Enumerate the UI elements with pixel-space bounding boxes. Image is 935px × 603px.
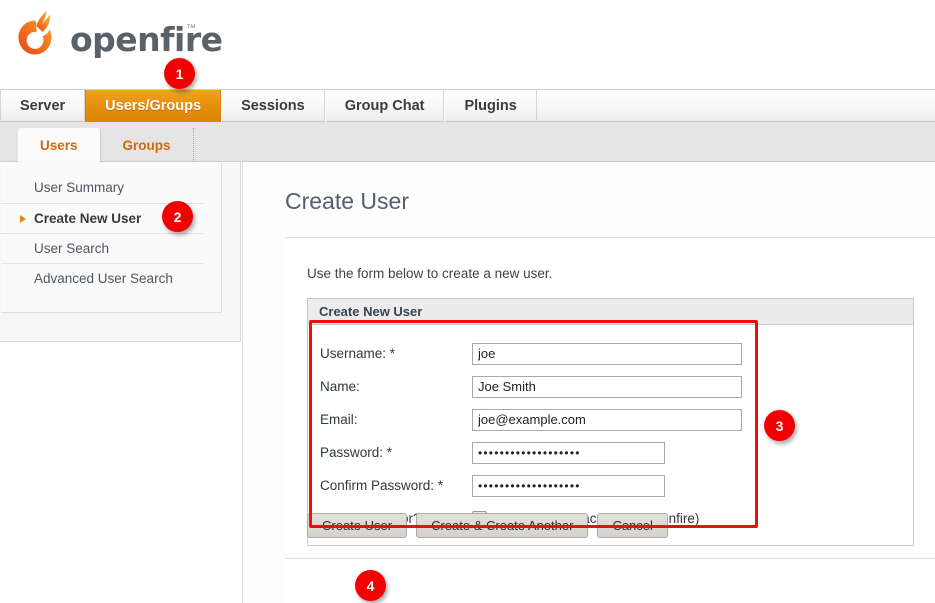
create-user-button[interactable]: Create User bbox=[307, 513, 408, 538]
form-button-row: Create User Create & Create Another Cancel bbox=[307, 513, 668, 538]
sidebar-nav-list: User Summary Create New User User Search Ad… bbox=[1, 163, 222, 313]
password-field[interactable] bbox=[472, 441, 665, 464]
create-and-create-another-button[interactable]: Create & Create Another bbox=[416, 513, 589, 538]
page-title: Create User bbox=[285, 188, 409, 214]
annotation-badge-4: 4 bbox=[355, 570, 386, 601]
main-content: Create User Use the form below to create… bbox=[242, 162, 935, 603]
form-row-password: Password: * bbox=[320, 436, 901, 469]
tab-users-groups[interactable]: Users/Groups bbox=[85, 90, 222, 122]
content-panel: Use the form below to create a new user.… bbox=[285, 237, 935, 603]
username-field[interactable] bbox=[472, 342, 742, 365]
tab-group-chat[interactable]: Group Chat bbox=[324, 90, 445, 122]
arrow-right-icon bbox=[20, 215, 26, 223]
field-label: Email: bbox=[320, 412, 358, 427]
cancel-button[interactable]: Cancel bbox=[597, 513, 668, 538]
annotation-badge-4-label: 4 bbox=[366, 577, 375, 594]
annotation-badge-1-label: 1 bbox=[175, 65, 184, 82]
sidebar-item-label: User Search bbox=[34, 241, 110, 256]
create-new-user-heading: Create New User bbox=[308, 299, 913, 325]
page-header: openfire ™ bbox=[0, 0, 935, 88]
field-label: Name: bbox=[320, 379, 360, 394]
openfire-flame-logo-icon bbox=[8, 8, 62, 62]
annotation-badge-2-label: 2 bbox=[173, 208, 182, 225]
confirm-password-field[interactable] bbox=[472, 474, 665, 497]
tab-server[interactable]: Server bbox=[0, 90, 86, 122]
panel-divider bbox=[285, 558, 935, 559]
form-row-name: Name: bbox=[320, 370, 901, 403]
tab-sessions[interactable]: Sessions bbox=[221, 90, 325, 122]
primary-tab-bar: Server Users/Groups Sessions Group Chat Plug… bbox=[0, 89, 935, 122]
email-field[interactable] bbox=[472, 408, 742, 431]
subtab-spacer bbox=[194, 128, 202, 162]
sidebar-item-label: User Summary bbox=[34, 180, 125, 195]
form-description: Use the form below to create a new user. bbox=[307, 266, 553, 281]
annotation-badge-3: 3 bbox=[764, 410, 795, 441]
form-row-username: Username: * bbox=[320, 337, 901, 370]
sub-tab-bar: Users Groups bbox=[0, 122, 935, 162]
annotation-badge-3-label: 3 bbox=[775, 417, 784, 434]
sidebar-item-label: Advanced User Search bbox=[34, 271, 173, 286]
field-label: Password: * bbox=[320, 445, 393, 460]
annotation-badge-2: 2 bbox=[162, 201, 193, 232]
create-new-user-box: Create New User Username: * Name: Email: Pa… bbox=[307, 298, 914, 546]
sidebar-item-label: Create New User bbox=[34, 211, 142, 226]
sidebar-item-advanced-user-search[interactable]: Advanced User Search bbox=[1, 263, 203, 293]
subtab-groups[interactable]: Groups bbox=[101, 128, 194, 162]
field-label: Confirm Password: * bbox=[320, 478, 444, 493]
tab-plugins[interactable]: Plugins bbox=[444, 90, 537, 122]
subtab-users[interactable]: Users bbox=[18, 128, 101, 162]
create-user-form: Username: * Name: Email: Password: * Confirm… bbox=[308, 325, 913, 545]
trademark-symbol: ™ bbox=[186, 23, 196, 34]
sidebar-item-user-summary[interactable]: User Summary bbox=[1, 173, 203, 203]
form-row-email: Email: bbox=[320, 403, 901, 436]
sidebar-item-user-search[interactable]: User Search bbox=[1, 233, 203, 263]
annotation-badge-1: 1 bbox=[164, 58, 195, 89]
field-label: Username: * bbox=[320, 346, 396, 361]
name-field[interactable] bbox=[472, 375, 742, 398]
sidebar: User Summary Create New User User Search Ad… bbox=[0, 162, 241, 342]
form-row-confirm-password: Confirm Password: * bbox=[320, 469, 901, 502]
openfire-admin-console: openfire ™ Server Users/Groups Sessions Gro… bbox=[0, 0, 935, 603]
brand-name: openfire bbox=[70, 20, 223, 59]
